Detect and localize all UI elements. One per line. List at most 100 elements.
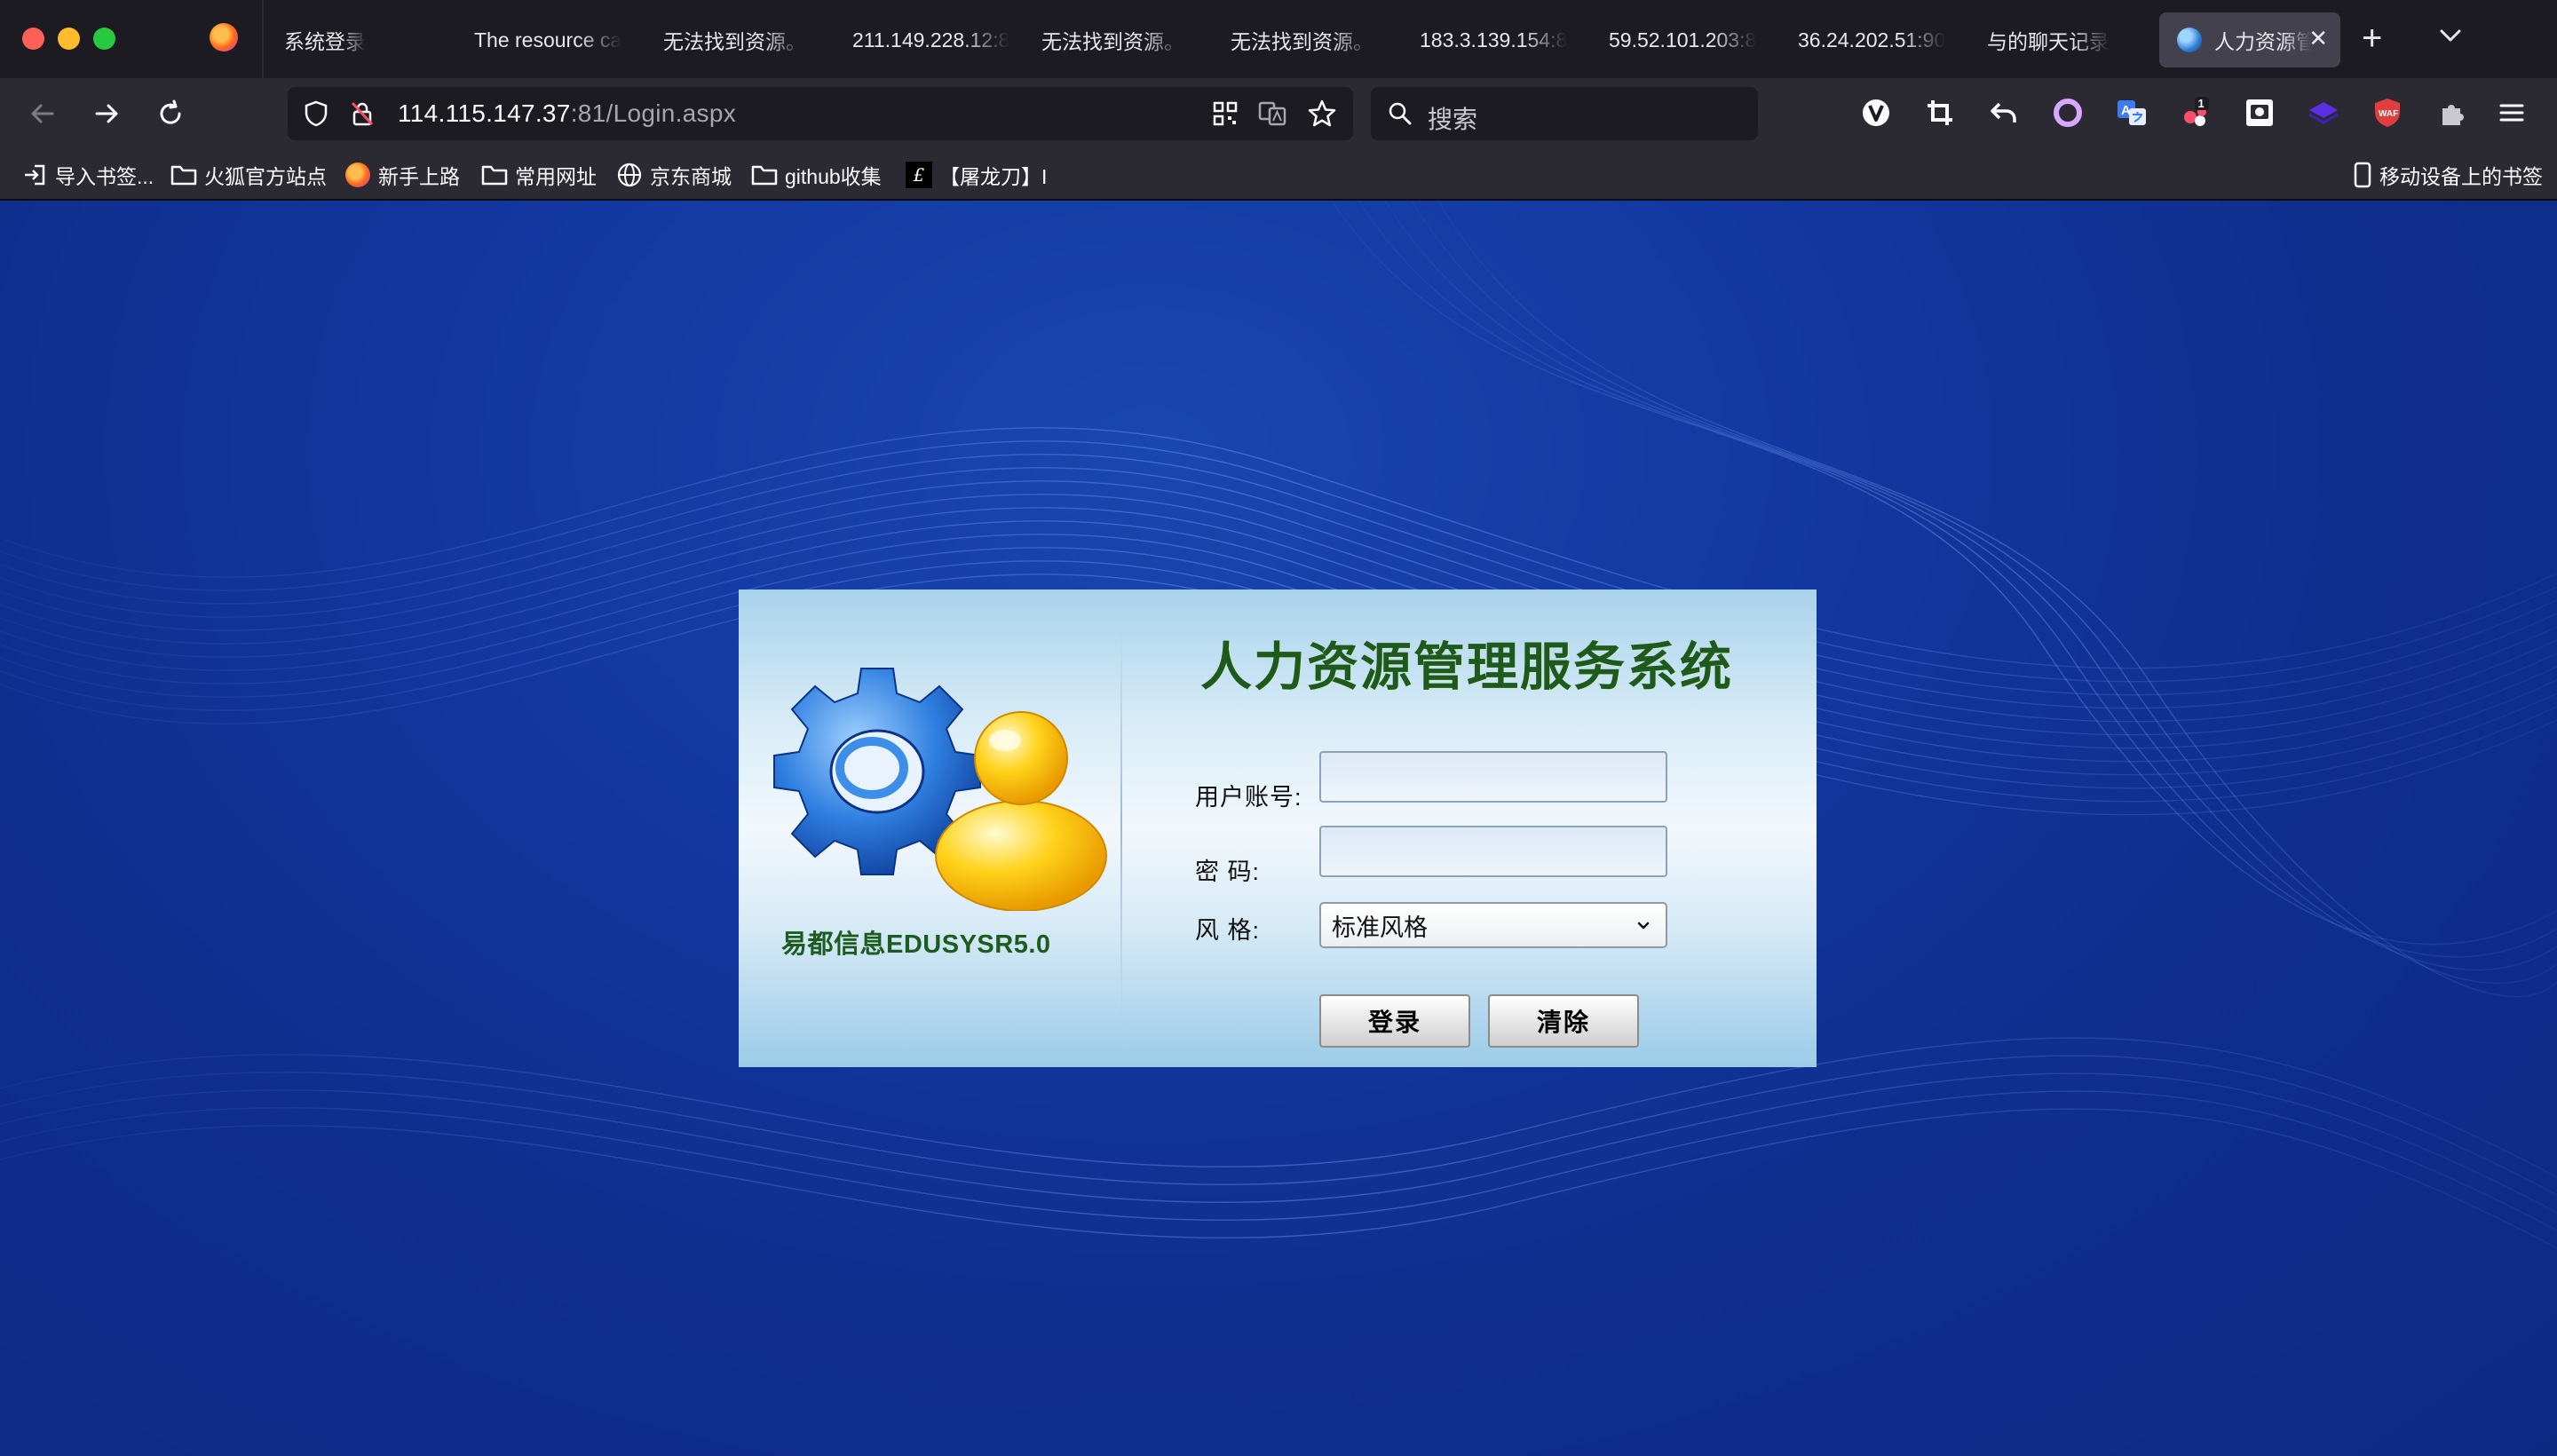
- reload-button[interactable]: [153, 96, 188, 131]
- bookmark-label: 【屠龙刀】I: [939, 165, 1048, 188]
- tab-title: 无法找到资源。: [1231, 30, 1373, 53]
- insecure-lock-icon[interactable]: [348, 99, 376, 128]
- bookmark-star-icon[interactable]: [1307, 99, 1337, 129]
- tab-bar: 系统登录 The resource ca 无法找到资源。 211.149.228…: [0, 0, 2557, 78]
- search-bar[interactable]: 搜索: [1371, 87, 1758, 140]
- minimize-window-button[interactable]: [58, 28, 80, 50]
- tab[interactable]: 183.3.139.154:8: [1409, 12, 1587, 67]
- clear-button[interactable]: 清除: [1488, 994, 1639, 1048]
- bookmark-folder[interactable]: 常用网址: [481, 160, 597, 190]
- puzzle-icon[interactable]: [2433, 94, 2470, 131]
- bookmark-label: 火狐官方站点: [204, 165, 327, 188]
- bookmark-folder[interactable]: 火狐官方站点: [170, 160, 327, 190]
- tab[interactable]: 无法找到资源。: [653, 12, 830, 67]
- tab-title: 无法找到资源。: [1041, 30, 1184, 53]
- tab-title: 人力资源管: [2214, 30, 2312, 53]
- tab-separator: [262, 0, 264, 78]
- globe-icon: [616, 162, 643, 188]
- tab-title: 36.24.202.51:90: [1798, 28, 1946, 51]
- browser-chrome: 系统登录 The resource ca 无法找到资源。 211.149.228…: [0, 0, 2557, 201]
- svg-text:WAF: WAF: [2379, 109, 2398, 119]
- crop-icon[interactable]: [1921, 94, 1959, 131]
- folder-icon: [481, 162, 508, 188]
- search-placeholder: 搜索: [1428, 106, 1478, 133]
- sword-icon: £: [906, 162, 932, 188]
- firefox-view-icon[interactable]: [210, 23, 238, 51]
- ring-glyph: [2054, 99, 2082, 127]
- bookmark-folder[interactable]: github收集: [751, 160, 882, 190]
- import-icon: [21, 162, 48, 188]
- maximize-window-button[interactable]: [93, 28, 115, 50]
- vimium-icon[interactable]: [1857, 94, 1895, 131]
- mobile-bookmarks[interactable]: 移动设备上的书签: [2353, 160, 2543, 190]
- reload-icon: [160, 99, 181, 124]
- forward-arrow-icon: [95, 104, 118, 123]
- tab[interactable]: 系统登录: [273, 12, 451, 67]
- tab[interactable]: 59.52.101.203:8: [1598, 12, 1776, 67]
- qr-code-icon[interactable]: [1211, 99, 1239, 128]
- password-input[interactable]: [1319, 826, 1667, 877]
- new-tab-button[interactable]: +: [2362, 16, 2382, 60]
- vimium-glyph: [1863, 99, 1889, 126]
- tab[interactable]: 36.24.202.51:90: [1787, 12, 1965, 67]
- layers-glyph: [2308, 102, 2339, 124]
- tab[interactable]: 无法找到资源。: [1220, 12, 1397, 67]
- mobile-device-icon: [2353, 162, 2372, 188]
- translate-page-icon[interactable]: [1257, 99, 1287, 128]
- close-tab-icon[interactable]: ✕: [2308, 25, 2328, 52]
- navigation-toolbar: 114.115.147.37:81/Login.aspx 搜索 A 1 WAF: [0, 78, 2557, 149]
- extension-red-icon[interactable]: 1: [2177, 94, 2214, 131]
- ring-icon[interactable]: [2049, 94, 2086, 131]
- page-content: 易都信息EDUSYSR5.0 人力资源管理服务系统 用户账号: 密 码: 风 格…: [0, 201, 2557, 1456]
- password-label: 密 码:: [1195, 859, 1261, 885]
- system-title: 人力资源管理服务系统: [1200, 637, 1734, 697]
- tab[interactable]: The resource ca: [463, 12, 641, 67]
- tab-title: 无法找到资源。: [663, 30, 806, 53]
- app-menu-button[interactable]: [2493, 94, 2530, 131]
- username-label: 用户账号:: [1195, 784, 1302, 811]
- tab[interactable]: 无法找到资源。: [1031, 12, 1208, 67]
- style-select[interactable]: 标准风格: [1319, 902, 1667, 948]
- list-all-tabs-icon[interactable]: [2434, 20, 2466, 51]
- tab[interactable]: 与的聊天记录: [1976, 12, 2154, 67]
- bookmark-label: 新手上路: [378, 165, 460, 188]
- close-window-button[interactable]: [22, 28, 44, 50]
- crop-glyph: [1928, 100, 1952, 125]
- shield-icon[interactable]: [302, 99, 330, 128]
- url-bar[interactable]: 114.115.147.37:81/Login.aspx: [288, 87, 1353, 140]
- screenshot-icon[interactable]: [2241, 94, 2278, 131]
- gear-user-logo-icon: [773, 668, 1107, 911]
- waf-shield-icon[interactable]: WAF: [2369, 94, 2406, 131]
- bookmark-item[interactable]: 新手上路: [344, 160, 460, 190]
- brand-label: 易都信息EDUSYSR5.0: [781, 930, 1051, 959]
- undo-glyph: [1991, 102, 2016, 123]
- translate-icon[interactable]: A: [2113, 94, 2150, 131]
- login-button[interactable]: 登录: [1319, 994, 1470, 1048]
- back-button[interactable]: [25, 96, 60, 131]
- bookmark-item[interactable]: 导入书签...: [21, 160, 154, 190]
- puzzle-glyph: [2442, 105, 2464, 125]
- bookmark-label: 移动设备上的书签: [2379, 165, 2543, 188]
- style-label: 风 格:: [1195, 917, 1261, 944]
- bookmark-item[interactable]: £ 【屠龙刀】I: [906, 160, 1047, 190]
- bookmarks-toolbar: 导入书签... 火狐官方站点 新手上路 常用网址 京东商城 github收集 £…: [0, 149, 2557, 201]
- tab[interactable]: 211.149.228.12:8: [842, 12, 1019, 67]
- tab-title: 211.149.228.12:8: [852, 28, 1010, 51]
- bookmark-label: github收集: [785, 165, 882, 188]
- forward-button[interactable]: [89, 96, 124, 131]
- bookmark-label: 常用网址: [515, 165, 597, 188]
- username-input[interactable]: [1319, 751, 1667, 803]
- tab-title: 系统登录: [284, 30, 366, 53]
- style-selected-value: 标准风格: [1332, 914, 1428, 941]
- waf-shield-glyph: WAF: [2375, 99, 2400, 127]
- url-text[interactable]: 114.115.147.37:81/Login.aspx: [398, 99, 736, 128]
- tab-title: The resource ca: [474, 28, 622, 51]
- tab-active[interactable]: 人力资源管 ✕: [2159, 12, 2340, 67]
- bookmark-label: 京东商城: [650, 165, 732, 188]
- layers-icon[interactable]: [2305, 94, 2342, 131]
- tab-title: 与的聊天记录: [1987, 30, 2110, 53]
- tab-title: 59.52.101.203:8: [1609, 28, 1757, 51]
- undo-icon[interactable]: [1985, 94, 2023, 131]
- bookmark-item[interactable]: 京东商城: [616, 160, 732, 190]
- search-icon: [1389, 102, 1412, 125]
